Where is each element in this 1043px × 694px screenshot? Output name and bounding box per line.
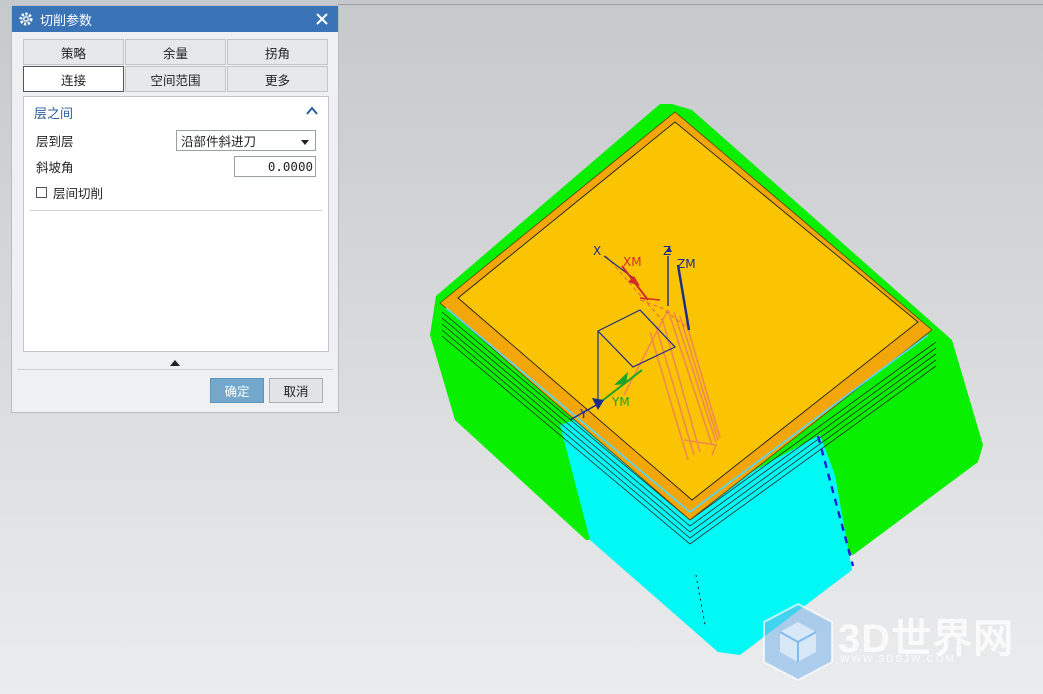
- tab-connections[interactable]: 连接: [23, 66, 124, 92]
- axis-label-z: Z: [663, 244, 671, 258]
- tab-strip: 策略 余量 拐角 连接 空间范围 更多: [23, 39, 329, 93]
- collapse-toggle[interactable]: [12, 355, 338, 369]
- axis-label-y: Y: [579, 407, 588, 421]
- ramp-angle-input[interactable]: 0.0000: [234, 155, 316, 177]
- watermark-cube-icon: [763, 602, 833, 682]
- axis-label-x: X: [593, 244, 601, 258]
- dialog-titlebar[interactable]: 切削参数: [12, 6, 338, 32]
- layer-to-layer-select[interactable]: 沿部件斜进刀: [176, 129, 316, 151]
- layer-to-layer-value: 沿部件斜进刀: [181, 133, 257, 149]
- dropdown-arrow-icon: [301, 133, 309, 148]
- ok-button[interactable]: 确定: [210, 378, 264, 403]
- tab-corners[interactable]: 拐角: [227, 39, 328, 65]
- cancel-button[interactable]: 取消: [269, 378, 323, 403]
- tab-more[interactable]: 更多: [227, 66, 328, 92]
- interlayer-cut-checkbox[interactable]: [36, 186, 47, 198]
- gear-icon: [18, 11, 34, 27]
- tab-panel: 层之间 层到层 沿部件斜进刀 斜坡角 0.0000 层间切削: [23, 96, 329, 352]
- triangle-up-icon: [170, 360, 180, 366]
- dialog-title: 切削参数: [40, 13, 93, 29]
- axis-label-ym: YM: [611, 395, 630, 409]
- cutting-parameters-dialog: 切削参数 策略 余量 拐角 连接 空间范围 更多 层之间 层到层 沿部件斜进刀: [11, 5, 339, 413]
- axis-label-xm: XM: [623, 255, 642, 269]
- axis-label-zm: ZM: [677, 257, 696, 271]
- interlayer-cut-label: 层间切削: [53, 185, 104, 201]
- watermark: 3D世界网 WWW.3DSJW.COM: [760, 600, 1030, 690]
- tab-strategy[interactable]: 策略: [23, 39, 124, 65]
- interlayer-cut-row: 层间切削: [24, 179, 328, 205]
- tab-containment[interactable]: 空间范围: [125, 66, 226, 92]
- divider: [17, 369, 333, 370]
- close-icon[interactable]: [312, 9, 332, 29]
- ramp-angle-row: 斜坡角 0.0000: [24, 153, 328, 179]
- tab-stock[interactable]: 余量: [125, 39, 226, 65]
- layer-to-layer-label: 层到层: [36, 133, 74, 149]
- group-between-levels[interactable]: 层之间: [24, 97, 328, 127]
- chevron-up-icon: [306, 105, 318, 120]
- group-title: 层之间: [34, 106, 74, 122]
- layer-to-layer-row: 层到层 沿部件斜进刀: [24, 127, 328, 153]
- watermark-subtext: WWW.3DSJW.COM: [840, 654, 956, 665]
- ramp-angle-label: 斜坡角: [36, 159, 74, 175]
- divider: [30, 210, 322, 211]
